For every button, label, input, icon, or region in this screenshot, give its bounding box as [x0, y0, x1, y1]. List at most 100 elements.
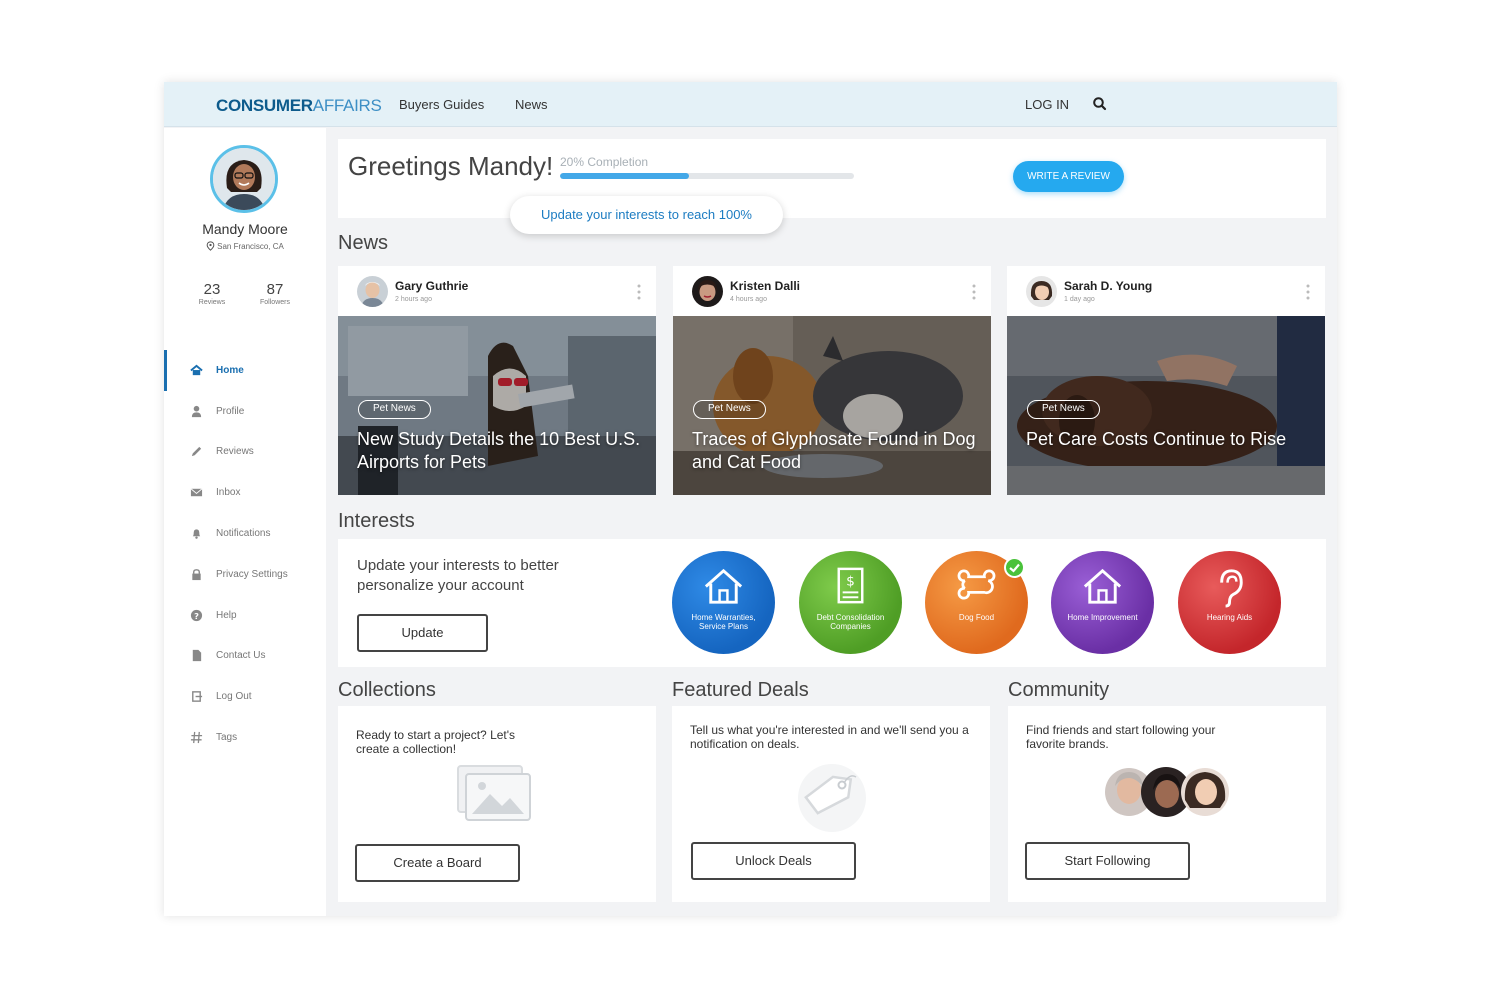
sidebar-item-privacy-settings[interactable]: Privacy Settings	[164, 554, 326, 595]
friend-avatars	[1105, 764, 1235, 822]
hash-icon	[190, 731, 203, 744]
interest-dog-food[interactable]: Dog Food	[925, 551, 1028, 654]
interest-label: Home Warranties, Service Plans	[691, 613, 756, 631]
nav-buyers-guides[interactable]: Buyers Guides	[399, 97, 484, 112]
featured-deals-heading: Featured Deals	[672, 679, 809, 701]
community-heading: Community	[1008, 679, 1110, 701]
bell-icon	[192, 529, 201, 539]
community-text: Find friends and start following your fa…	[1026, 723, 1216, 751]
sidebar: Mandy Moore San Francisco, CA 23 Reviews…	[164, 128, 326, 916]
login-link[interactable]: LOG IN	[1025, 97, 1069, 112]
sidebar-item-contact-us[interactable]: Contact Us	[164, 636, 326, 677]
author-name[interactable]: Kristen Dalli	[730, 279, 800, 293]
sidebar-item-log-out[interactable]: Log Out	[164, 676, 326, 717]
house-icon	[1083, 568, 1122, 604]
more-options-icon[interactable]	[1306, 283, 1310, 301]
search-icon[interactable]	[1092, 96, 1108, 112]
interest-home-warranties[interactable]: Home Warranties, Service Plans	[672, 551, 775, 654]
home-icon	[190, 364, 203, 376]
news-card[interactable]: Kristen Dalli 4 hours ago Pet News Trace…	[673, 266, 991, 495]
interest-label: Debt Consolidation Companies	[816, 613, 885, 631]
news-title[interactable]: Pet Care Costs Continue to Rise	[1026, 428, 1316, 451]
interests-description: Update your interests to better personal…	[357, 557, 559, 594]
selected-check-icon	[1004, 557, 1025, 578]
interests-heading: Interests	[338, 510, 415, 532]
news-tag[interactable]: Pet News	[1027, 400, 1100, 419]
sidebar-item-inbox[interactable]: Inbox	[164, 472, 326, 513]
bone-icon	[957, 569, 996, 600]
reviews-stat[interactable]: 23 Reviews	[187, 281, 237, 306]
author-name[interactable]: Gary Guthrie	[395, 279, 468, 293]
news-heading: News	[338, 232, 389, 254]
interest-label: Home Improvement	[1067, 613, 1138, 622]
write-review-button[interactable]: WRITE A REVIEW	[1013, 161, 1124, 192]
svg-text:$: $	[846, 574, 855, 590]
image-gallery-icon	[457, 765, 531, 821]
greeting-panel: Greetings Mandy! 20% Completion WRITE A …	[338, 139, 1326, 218]
mail-icon	[190, 488, 203, 497]
profile-location: San Francisco, CA	[164, 241, 326, 251]
sidebar-menu: Home Profile Reviews Inbox Notifications…	[164, 350, 326, 758]
community-card: Find friends and start following your fa…	[1008, 706, 1326, 902]
interest-label: Dog Food	[958, 613, 995, 622]
ear-icon	[1220, 569, 1243, 608]
sidebar-item-reviews[interactable]: Reviews	[164, 432, 326, 473]
completion-progress-bar	[560, 173, 854, 179]
collections-heading: Collections	[338, 679, 436, 701]
post-time: 2 hours ago	[395, 296, 432, 303]
post-time: 4 hours ago	[730, 296, 767, 303]
news-image-dog-vet: Pet News Pet Care Costs Continue to Rise	[1007, 316, 1325, 495]
news-title[interactable]: Traces of Glyphosate Found in Dog and Ca…	[692, 428, 982, 474]
pencil-icon	[191, 447, 202, 457]
post-time: 1 day ago	[1064, 296, 1095, 303]
collections-card: Ready to start a project? Let's create a…	[338, 706, 656, 902]
update-interests-button[interactable]: Update	[357, 614, 488, 652]
more-options-icon[interactable]	[972, 283, 976, 301]
news-title[interactable]: New Study Details the 10 Best U.S. Airpo…	[357, 428, 647, 474]
interest-home-improvement[interactable]: Home Improvement	[1051, 551, 1154, 654]
debt-document-icon: $	[837, 567, 864, 604]
news-image-dog-airport: Pet News New Study Details the 10 Best U…	[338, 316, 656, 495]
author-avatar	[692, 276, 723, 307]
avatar[interactable]	[210, 145, 278, 213]
sidebar-item-tags[interactable]: Tags	[164, 717, 326, 758]
location-pin-icon	[206, 241, 215, 251]
author-avatar	[1026, 276, 1057, 307]
nav-news[interactable]: News	[515, 97, 548, 112]
create-board-button[interactable]: Create a Board	[355, 844, 520, 882]
profile-name: Mandy Moore	[202, 221, 288, 237]
interest-label: Hearing Aids	[1206, 613, 1253, 622]
news-tag[interactable]: Pet News	[358, 400, 431, 419]
news-card[interactable]: Gary Guthrie 2 hours ago Pet News New St…	[338, 266, 656, 495]
consumeraffairs-logo[interactable]: CONSUMERAFFAIRS	[216, 96, 382, 116]
sidebar-item-notifications[interactable]: Notifications	[164, 513, 326, 554]
top-navigation-bar: CONSUMERAFFAIRS Buyers Guides News LOG I…	[164, 82, 1337, 127]
news-tag[interactable]: Pet News	[693, 400, 766, 419]
news-card[interactable]: Sarah D. Young 1 day ago Pet News Pet Ca…	[1007, 266, 1325, 495]
logout-icon	[192, 691, 203, 703]
collections-text: Ready to start a project? Let's create a…	[356, 728, 516, 756]
more-options-icon[interactable]	[637, 283, 641, 301]
user-icon	[191, 405, 202, 417]
sidebar-item-home[interactable]: Home	[164, 350, 326, 391]
help-icon: ?	[190, 609, 203, 621]
interest-hearing-aids[interactable]: Hearing Aids	[1178, 551, 1281, 654]
app-window: CONSUMERAFFAIRS Buyers Guides News LOG I…	[164, 82, 1337, 916]
interests-panel: Update your interests to better personal…	[338, 539, 1326, 667]
document-icon	[192, 650, 202, 662]
start-following-button[interactable]: Start Following	[1025, 842, 1190, 880]
price-tag-icon	[798, 764, 866, 832]
author-name[interactable]: Sarah D. Young	[1064, 279, 1152, 293]
deals-text: Tell us what you're interested in and we…	[690, 723, 969, 751]
sidebar-item-help[interactable]: ? Help	[164, 595, 326, 636]
greeting-title: Greetings Mandy!	[348, 151, 554, 181]
author-avatar	[357, 276, 388, 307]
unlock-deals-button[interactable]: Unlock Deals	[691, 842, 856, 880]
sidebar-item-profile[interactable]: Profile	[164, 391, 326, 432]
followers-stat[interactable]: 87 Followers	[250, 281, 300, 306]
interests-tooltip[interactable]: Update your interests to reach 100%	[510, 196, 783, 234]
completion-label: 20% Completion	[560, 155, 649, 169]
lock-icon	[192, 569, 201, 580]
svg-text:?: ?	[194, 610, 199, 620]
interest-debt-consolidation[interactable]: $ Debt Consolidation Companies	[799, 551, 902, 654]
